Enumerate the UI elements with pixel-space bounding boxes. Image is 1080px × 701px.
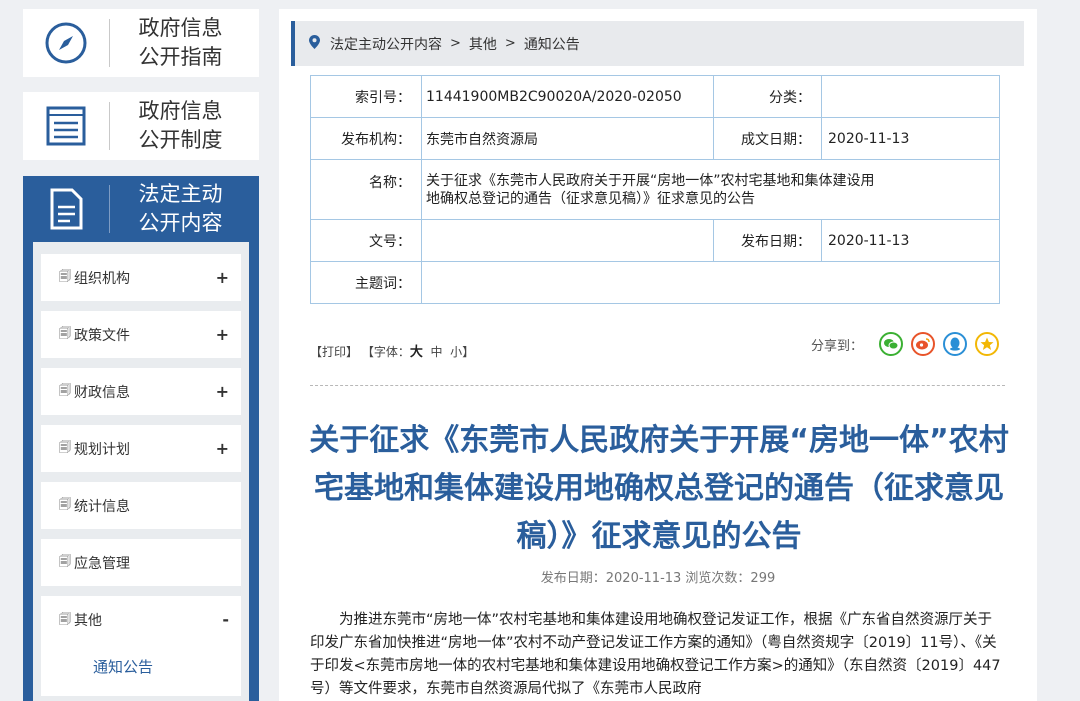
expand-icon[interactable]: + bbox=[216, 439, 229, 458]
font-size-small-button[interactable]: 小 bbox=[450, 345, 462, 359]
qzone-icon[interactable] bbox=[975, 332, 999, 356]
breadcrumb-item[interactable]: 法定主动公开内容 bbox=[330, 34, 442, 54]
compass-icon bbox=[23, 21, 109, 65]
font-size-medium-button[interactable]: 中 bbox=[431, 345, 443, 359]
published-date-label: 发布日期： bbox=[713, 219, 822, 262]
article-body: 为推进东莞市“房地一体”农村宅基地和集体建设用地确权登记发证工作，根据《广东省自… bbox=[310, 612, 1001, 697]
divider bbox=[310, 385, 1005, 386]
link-icon: 🗐 bbox=[59, 383, 71, 397]
breadcrumb: 法定主动公开内容 > 其他 > 通知公告 bbox=[291, 21, 1024, 66]
article-pubinfo: 发布日期：2020-11-13 浏览次数：299 bbox=[540, 571, 776, 586]
article-tools: 【打印】 【字体：大 中 小】 bbox=[310, 341, 474, 360]
name-value: 关于征求《东莞市人民政府关于开展“房地一体”农村宅基地和集体建设用地确权总登记的… bbox=[421, 159, 1000, 220]
collapse-icon[interactable]: - bbox=[222, 610, 229, 629]
link-icon: 🗐 bbox=[59, 326, 71, 340]
chevron-right-icon: > bbox=[450, 36, 461, 51]
expand-icon[interactable]: + bbox=[216, 382, 229, 401]
side-menu: 🗐 组织机构 + 🗐 政策文件 + 🗐 财政信息 + 🗐 规划计划 + 🗐 统计… bbox=[23, 242, 259, 701]
menu-item-label: 其他 bbox=[74, 613, 102, 629]
menu-item-label: 应急管理 bbox=[74, 555, 130, 572]
menu-item-emergency[interactable]: 🗐 应急管理 bbox=[41, 539, 241, 586]
docno-value bbox=[421, 219, 714, 262]
breadcrumb-item[interactable]: 其他 bbox=[469, 34, 497, 54]
side-card-label: 法定主动 公开内容 bbox=[138, 182, 223, 235]
index-value: 11441900MB2C90020A/2020-02050 bbox=[421, 75, 714, 118]
created-date-label: 成文日期： bbox=[713, 117, 822, 160]
expand-icon[interactable]: + bbox=[216, 325, 229, 344]
menu-item-label: 组织机构 bbox=[74, 270, 130, 287]
index-label: 索引号： bbox=[310, 75, 422, 118]
font-size-large-button[interactable]: 大 bbox=[410, 345, 423, 360]
meta-table: 索引号： 11441900MB2C90020A/2020-02050 分类： 发… bbox=[310, 75, 1000, 304]
side-card-label: 政府信息 公开指南 bbox=[138, 16, 223, 69]
menu-item-label: 统计信息 bbox=[74, 498, 130, 515]
link-icon: 🗐 bbox=[59, 554, 71, 568]
qq-icon[interactable] bbox=[943, 332, 967, 356]
link-icon: 🗐 bbox=[59, 440, 71, 454]
list-document-icon bbox=[23, 104, 109, 148]
main-content: 法定主动公开内容 > 其他 > 通知公告 索引号： 11441900MB2C90… bbox=[279, 9, 1037, 701]
published-date-value: 2020-11-13 bbox=[821, 219, 1000, 262]
location-pin-icon bbox=[309, 34, 320, 53]
side-card-guide[interactable]: 政府信息 公开指南 bbox=[23, 9, 259, 77]
docno-label: 文号： bbox=[310, 219, 422, 262]
side-menu-inner: 🗐 组织机构 + 🗐 政策文件 + 🗐 财政信息 + 🗐 规划计划 + 🗐 统计… bbox=[33, 242, 249, 701]
font-size-suffix: 】 bbox=[462, 345, 475, 359]
side-card-statutory[interactable]: 法定主动 公开内容 bbox=[23, 176, 259, 242]
link-icon: 🗐 bbox=[59, 269, 71, 283]
breadcrumb-item[interactable]: 通知公告 bbox=[524, 34, 580, 54]
print-button[interactable]: 【打印】 bbox=[310, 345, 358, 359]
font-size-prefix: 【字体： bbox=[361, 345, 410, 359]
sub-item-notice[interactable]: 通知公告 bbox=[93, 656, 153, 677]
name-label: 名称： bbox=[310, 159, 422, 220]
category-value bbox=[821, 75, 1000, 118]
menu-item-org[interactable]: 🗐 组织机构 + bbox=[41, 254, 241, 301]
menu-item-label: 规划计划 bbox=[74, 441, 130, 458]
chevron-right-icon: > bbox=[504, 36, 516, 51]
weibo-icon[interactable] bbox=[911, 332, 935, 356]
article-title: 关于征求《东莞市人民政府关于开展“房地一体”农村宅基地和集体建设用地确权总登记的… bbox=[309, 423, 1009, 554]
menu-item-finance[interactable]: 🗐 财政信息 + bbox=[41, 368, 241, 415]
side-card-label: 政府信息 公开制度 bbox=[138, 99, 223, 152]
link-icon: 🗐 bbox=[59, 497, 71, 511]
menu-item-label: 财政信息 bbox=[74, 384, 130, 401]
category-label: 分类： bbox=[713, 75, 822, 118]
link-icon: 🗐 bbox=[59, 612, 71, 626]
share-label: 分享到： bbox=[810, 338, 863, 354]
issuer-value: 东莞市自然资源局 bbox=[421, 117, 714, 160]
subject-value bbox=[421, 261, 1000, 304]
expand-icon[interactable]: + bbox=[216, 268, 229, 287]
menu-item-policy[interactable]: 🗐 政策文件 + bbox=[41, 311, 241, 358]
document-icon bbox=[23, 187, 109, 231]
subject-label: 主题词： bbox=[310, 261, 422, 304]
issuer-label: 发布机构： bbox=[310, 117, 422, 160]
menu-item-stats[interactable]: 🗐 统计信息 bbox=[41, 482, 241, 529]
created-date-value: 2020-11-13 bbox=[821, 117, 1000, 160]
menu-item-plan[interactable]: 🗐 规划计划 + bbox=[41, 425, 241, 472]
side-card-system[interactable]: 政府信息 公开制度 bbox=[23, 92, 259, 160]
wechat-icon[interactable] bbox=[879, 332, 903, 356]
menu-item-other[interactable]: 🗐 其他 - 通知公告 bbox=[41, 596, 241, 696]
menu-item-label: 政策文件 bbox=[74, 327, 130, 344]
share-bar: 分享到： bbox=[811, 332, 999, 356]
